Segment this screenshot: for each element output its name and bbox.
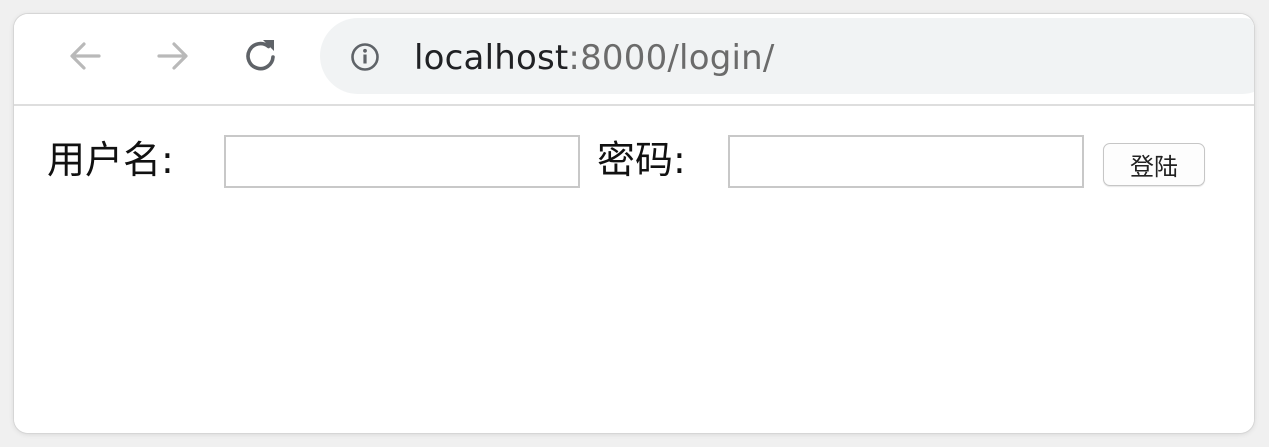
- url-text: localhost:8000/login/: [414, 38, 775, 78]
- password-input[interactable]: [728, 135, 1084, 188]
- password-label: 密码:: [597, 138, 686, 182]
- url-host: localhost: [414, 38, 569, 78]
- browser-toolbar: localhost:8000/login/: [14, 14, 1254, 106]
- page-content: 用户名: 密码: 登陆: [14, 106, 1254, 433]
- url-path: :8000/login/: [568, 38, 775, 78]
- forward-button[interactable]: [151, 36, 195, 80]
- arrow-right-icon: [153, 36, 193, 80]
- username-label: 用户名:: [47, 138, 174, 182]
- back-button[interactable]: [63, 36, 107, 80]
- address-bar[interactable]: localhost:8000/login/: [320, 18, 1254, 94]
- username-input[interactable]: [224, 135, 580, 188]
- arrow-left-icon: [65, 36, 105, 80]
- info-icon[interactable]: [350, 42, 380, 72]
- browser-window: localhost:8000/login/ 用户名: 密码: 登陆: [14, 14, 1254, 433]
- login-button[interactable]: 登陆: [1103, 143, 1205, 186]
- reload-button[interactable]: [239, 36, 283, 80]
- reload-icon: [241, 36, 281, 80]
